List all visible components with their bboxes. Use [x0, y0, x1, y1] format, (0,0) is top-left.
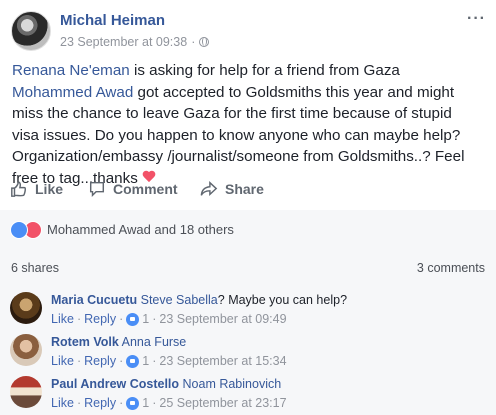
- comment-reply-link[interactable]: Reply: [84, 312, 116, 326]
- comment: Paul Andrew Costello Noam Rabinovich Lik…: [10, 376, 490, 415]
- comment-like-link[interactable]: Like: [51, 354, 74, 368]
- comment-time[interactable]: 25 September at 23:17: [159, 396, 286, 410]
- comment-time[interactable]: 23 September at 15:34: [159, 354, 286, 368]
- post-actions: Like Comment Share: [0, 170, 496, 210]
- meta-separator: ·: [191, 35, 196, 49]
- commenter-avatar[interactable]: [10, 292, 42, 324]
- commenter-name[interactable]: Maria Cucuetu: [51, 293, 137, 307]
- author-name[interactable]: Michal Heiman: [60, 12, 165, 29]
- comment: Rotem Volk Anna Furse Like · Reply · 1 · 23…: [10, 334, 490, 376]
- thumbs-up-icon: [11, 181, 27, 197]
- comment-meta: Like · Reply · 1 · 23 September at 09:49: [51, 312, 287, 326]
- comment-reply-link[interactable]: Reply: [84, 354, 116, 368]
- commenter-name[interactable]: Paul Andrew Costello: [51, 377, 179, 391]
- commenter-name[interactable]: Rotem Volk: [51, 335, 119, 349]
- comment-text: Maria Cucuetu Steve Sabella? Maybe you c…: [51, 293, 347, 307]
- comment-time[interactable]: 23 September at 09:49: [159, 312, 286, 326]
- post-meta: 23 September at 09:38 ·: [60, 35, 210, 49]
- like-count-icon: [126, 396, 140, 410]
- like-count-icon: [126, 354, 140, 368]
- comment-like-count[interactable]: 1: [142, 312, 149, 326]
- more-options-icon[interactable]: ···: [467, 10, 486, 28]
- like-button[interactable]: Like: [10, 180, 63, 198]
- share-icon: [200, 181, 218, 197]
- comments-section: Maria Cucuetu Steve Sabella? Maybe you c…: [0, 285, 496, 415]
- comment-icon: [89, 181, 105, 198]
- comment-meta: Like · Reply · 1 · 23 September at 15:34: [51, 354, 287, 368]
- comment-button[interactable]: Comment: [88, 180, 178, 198]
- commenter-avatar[interactable]: [10, 334, 42, 366]
- comment-body: ? Maybe you can help?: [217, 293, 348, 307]
- reactions-summary[interactable]: Mohammed Awad and 18 others: [47, 222, 234, 237]
- comment-meta: Like · Reply · 1 · 25 September at 23:17: [51, 396, 287, 410]
- tag-link[interactable]: Mohammed Awad: [12, 84, 133, 101]
- tag-link[interactable]: Steve Sabella: [141, 293, 218, 307]
- post-text-part: is asking for help for a friend from Gaz…: [129, 62, 400, 79]
- comment: Maria Cucuetu Steve Sabella? Maybe you c…: [10, 292, 490, 334]
- comment-reply-link[interactable]: Reply: [84, 396, 116, 410]
- comment-like-count[interactable]: 1: [142, 396, 149, 410]
- tag-link[interactable]: Noam Rabinovich: [183, 377, 282, 391]
- comment-like-link[interactable]: Like: [51, 396, 74, 410]
- comment-like-link[interactable]: Like: [51, 312, 74, 326]
- comment-label: Comment: [113, 181, 178, 197]
- comment-text: Paul Andrew Costello Noam Rabinovich: [51, 377, 281, 391]
- globe-icon[interactable]: [199, 37, 210, 47]
- author-avatar[interactable]: [11, 11, 51, 51]
- comment-text: Rotem Volk Anna Furse: [51, 335, 186, 349]
- comments-count[interactable]: 3 comments: [417, 261, 485, 275]
- tag-link[interactable]: Renana Ne'eman: [12, 62, 130, 79]
- like-count-icon: [126, 312, 140, 326]
- tag-link[interactable]: Anna Furse: [122, 335, 187, 349]
- post-timestamp[interactable]: 23 September at 09:38: [60, 35, 187, 49]
- reaction-icons[interactable]: [10, 221, 46, 239]
- commenter-avatar[interactable]: [10, 376, 42, 408]
- like-reaction-icon: [10, 221, 28, 239]
- share-label: Share: [225, 181, 264, 197]
- post-header: Michal Heiman 23 September at 09:38 · ··…: [0, 0, 496, 58]
- share-button[interactable]: Share: [200, 180, 264, 198]
- comment-like-count[interactable]: 1: [142, 354, 149, 368]
- like-label: Like: [35, 181, 64, 197]
- reactions-row: Mohammed Awad and 18 others: [0, 210, 496, 250]
- shares-count[interactable]: 6 shares: [11, 261, 59, 275]
- stats-row: 6 shares 3 comments: [0, 250, 496, 285]
